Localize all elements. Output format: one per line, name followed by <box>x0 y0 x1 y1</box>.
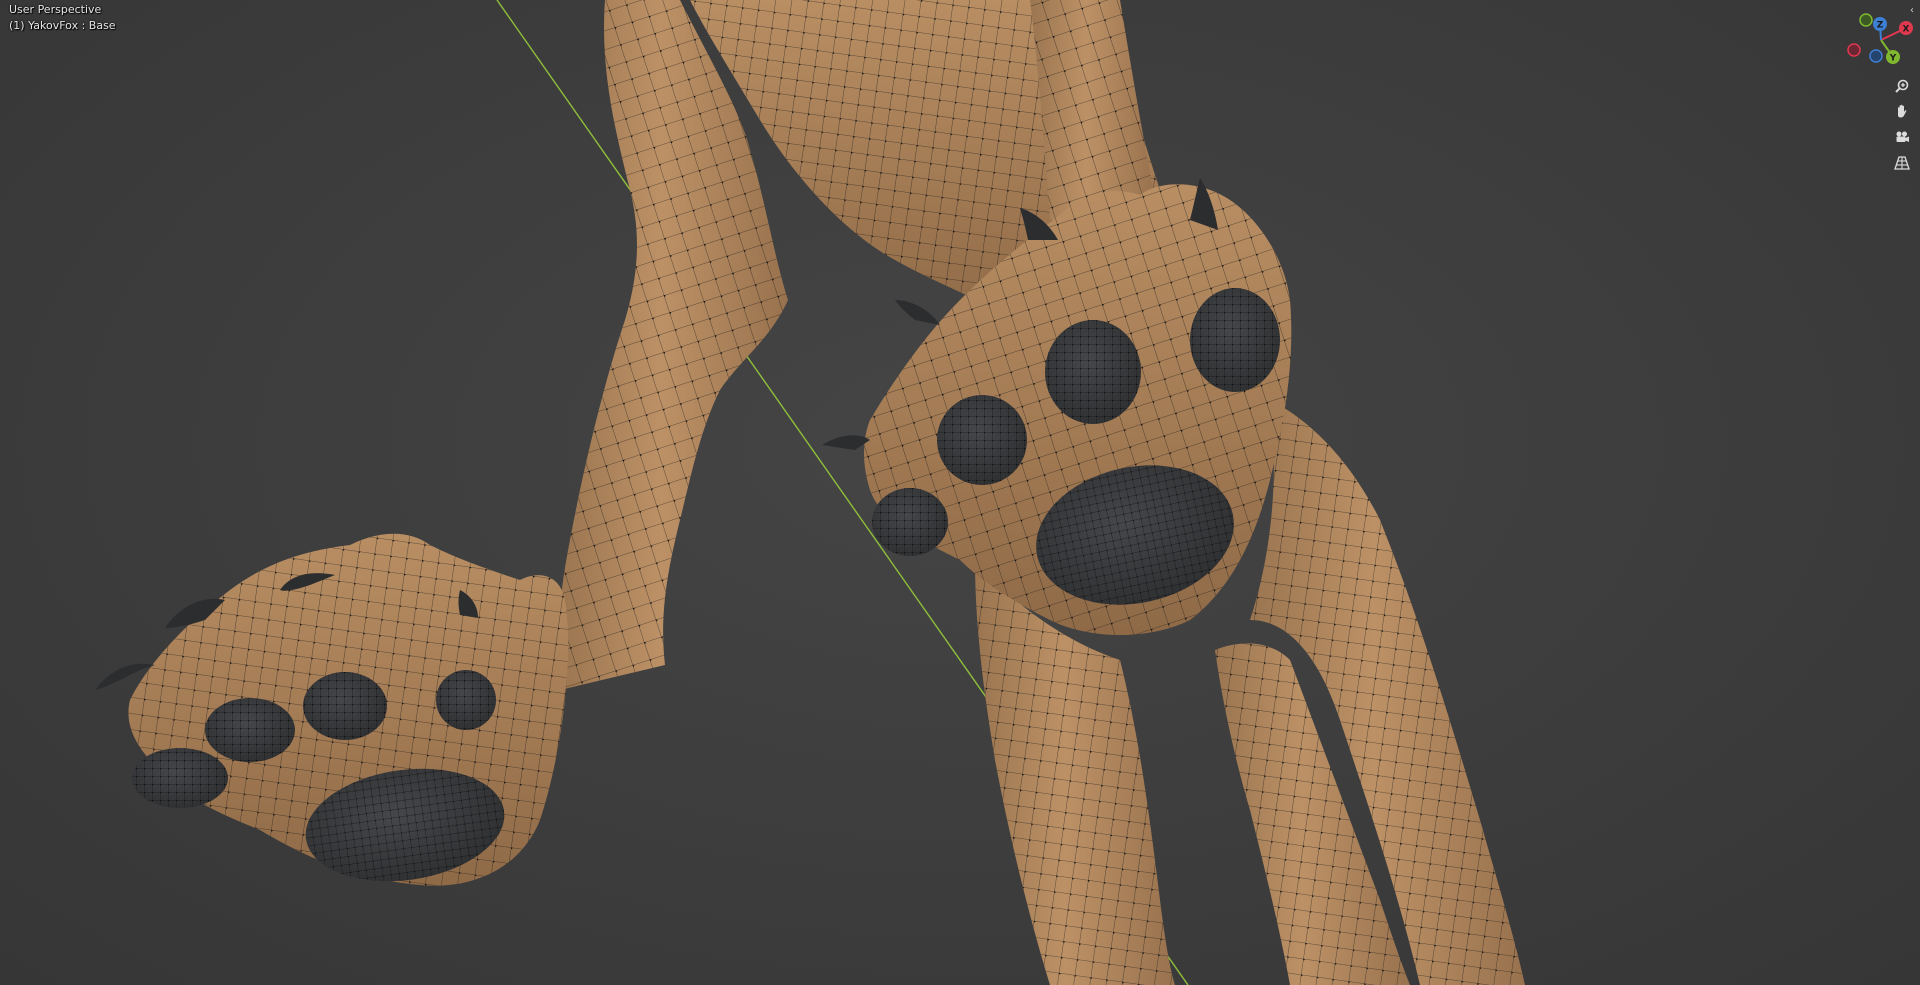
mesh-scene[interactable] <box>0 0 1920 985</box>
view-name-label: User Perspective <box>9 3 102 16</box>
gizmo-neg-x[interactable] <box>1847 43 1861 57</box>
gizmo-neg-y[interactable] <box>1859 13 1873 27</box>
hand-pan-icon <box>1898 104 1907 118</box>
gizmo-neg-z[interactable] <box>1869 49 1883 63</box>
gizmo-x-label: X <box>1903 25 1910 35</box>
header-collapse-arrow[interactable]: ‹ <box>1910 5 1914 16</box>
3d-viewport[interactable]: User Perspective (1) YakovFox : Base X Y… <box>0 0 1920 985</box>
pan-button[interactable] <box>1890 99 1914 123</box>
zoom-button[interactable] <box>1890 74 1914 98</box>
gizmo-y-label: Y <box>1889 54 1897 64</box>
claw <box>822 435 870 450</box>
camera-view-button[interactable] <box>1890 125 1914 149</box>
perspective-toggle-button[interactable] <box>1890 151 1914 175</box>
zoom-icon <box>1895 79 1909 93</box>
claw <box>895 300 940 325</box>
left-paw-mesh[interactable] <box>95 533 569 894</box>
object-info-label: (1) YakovFox : Base <box>9 19 116 32</box>
navigation-gizmo[interactable]: X Y Z <box>1846 10 1916 70</box>
gizmo-z-label: Z <box>1877 21 1884 31</box>
right-arm-mesh[interactable] <box>1030 0 1155 224</box>
grid-perspective-icon <box>1894 156 1910 170</box>
camera-icon <box>1896 131 1909 142</box>
